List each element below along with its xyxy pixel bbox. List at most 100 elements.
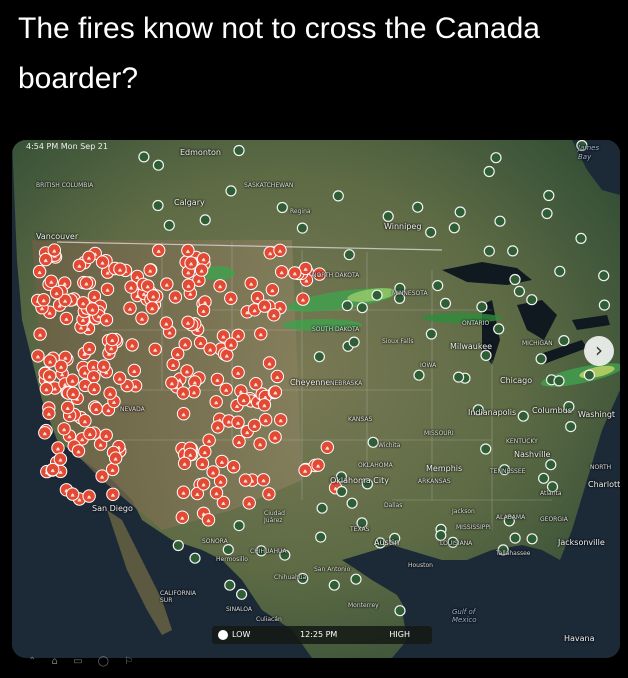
- weather-ring-icon: [224, 579, 236, 591]
- weather-ring-icon: [412, 201, 424, 213]
- weather-ring-icon: [435, 529, 447, 541]
- weather-ring-icon: [493, 323, 505, 335]
- bottom-nav: ⌃ ⌂ ▭ ◯ ⚐: [28, 656, 140, 667]
- label-cheyenne: Cheyenne: [290, 378, 331, 387]
- label-gulf-of-mexico: Gulf of Mexico: [452, 608, 477, 624]
- wildfire-map[interactable]: 4:54 PM Mon Sep 21 Edmonton BRITISH COLU…: [12, 140, 620, 658]
- weather-ring-icon: [509, 273, 521, 286]
- weather-ring-icon: [517, 410, 529, 422]
- label-arkansas: ARKANSAS: [418, 478, 451, 485]
- weather-ring-icon: [507, 245, 519, 257]
- weather-ring-icon: [526, 294, 538, 306]
- label-nebraska: NEBRASKA: [330, 380, 363, 387]
- label-james-bay: James Bay: [578, 144, 600, 161]
- label-milwaukee: Milwaukee: [450, 342, 493, 351]
- label-regina: Regina: [290, 208, 311, 215]
- label-edmonton: Edmonton: [180, 148, 221, 157]
- label-wichita: Wichita: [378, 442, 401, 449]
- weather-ring-icon: [494, 215, 506, 227]
- weather-ring-icon: [543, 189, 555, 202]
- weather-ring-icon: [382, 210, 394, 223]
- weather-ring-icon: [553, 375, 565, 387]
- label-missouri: MISSOURI: [424, 430, 454, 437]
- weather-ring-icon: [189, 552, 201, 564]
- label-ontario: ONTARIO: [462, 320, 490, 327]
- weather-ring-icon: [490, 152, 502, 164]
- label-oklahoma: OKLAHOMA: [358, 462, 393, 469]
- weather-ring-icon: [509, 532, 521, 544]
- label-indianapolis: Indianapolis: [468, 408, 517, 417]
- label-chihuahua-state: CHIHUAHUA: [250, 548, 287, 555]
- label-kentucky: KENTUCKY: [506, 438, 538, 445]
- label-georgia: GEORGIA: [540, 516, 568, 523]
- weather-ring-icon: [172, 539, 184, 552]
- label-tallahassee: Tallahassee: [496, 550, 531, 557]
- label-atlanta: Atlanta: [540, 490, 562, 497]
- label-memphis: Memphis: [426, 464, 463, 473]
- label-tennessee: TENNESSEE: [490, 468, 526, 475]
- weather-ring-icon: [575, 232, 587, 245]
- weather-ring-icon: [432, 280, 444, 292]
- weather-ring-icon: [313, 351, 325, 363]
- weather-ring-icon: [425, 226, 437, 238]
- legend-time: 12:25 PM: [300, 630, 338, 639]
- label-california-sur: CALIFORNIA SUR: [160, 590, 197, 604]
- weather-ring-icon: [356, 302, 368, 314]
- weather-ring-icon: [483, 245, 495, 257]
- radar-legend: LOW 12:25 PM HIGH: [212, 626, 432, 644]
- legend-high: HIGH: [389, 630, 410, 639]
- weather-ring-icon: [598, 299, 611, 311]
- label-north-dakota: NORTH DAKOTA: [312, 272, 360, 279]
- map-canvas[interactable]: [12, 140, 620, 658]
- label-british-columbia: BRITISH COLUMBIA: [36, 182, 94, 189]
- post-caption: The fires know not to cross the Canada b…: [18, 12, 540, 95]
- weather-ring-icon: [332, 190, 344, 202]
- label-michigan: MICHIGAN: [522, 340, 553, 347]
- weather-ring-icon: [222, 544, 234, 556]
- weather-ring-icon: [425, 328, 437, 340]
- weather-ring-icon: [341, 300, 353, 312]
- label-chihuahua: Chihuahua: [274, 574, 307, 581]
- weather-ring-icon: [346, 497, 358, 509]
- label-sinaloa: SINALOA: [226, 606, 253, 613]
- legend-dot-icon: [218, 630, 228, 640]
- label-mississippi: MISSISSIPPI: [456, 524, 491, 531]
- label-alabama: ALABAMA: [496, 514, 526, 521]
- weather-ring-icon: [448, 222, 460, 234]
- label-texas: TEXAS: [350, 526, 370, 533]
- label-north: NORTH: [590, 464, 612, 471]
- next-arrow-button[interactable]: ›: [584, 336, 614, 366]
- label-oklahoma-city: Oklahoma City: [330, 476, 389, 485]
- weather-ring-icon: [545, 459, 557, 471]
- weather-ring-icon: [336, 485, 348, 498]
- label-san-diego: San Diego: [92, 504, 133, 513]
- label-calgary: Calgary: [174, 198, 205, 207]
- weather-ring-icon: [583, 369, 596, 381]
- label-hermosillo: Hermosillo: [216, 556, 248, 563]
- label-havana: Havana: [564, 634, 595, 643]
- label-nashville: Nashville: [514, 450, 551, 459]
- weather-ring-icon: [454, 206, 466, 218]
- weather-ring-icon: [526, 533, 538, 545]
- weather-ring-icon: [152, 159, 164, 171]
- label-iowa: IOWA: [420, 362, 437, 369]
- weather-ring-icon: [371, 289, 383, 301]
- device-status-text: 4:54 PM Mon Sep 21: [26, 142, 108, 151]
- weather-ring-icon: [163, 219, 175, 231]
- label-austin: Austin: [374, 538, 400, 547]
- label-culiacan: Culiacán: [256, 616, 282, 623]
- weather-ring-icon: [453, 371, 465, 383]
- weather-ring-icon: [367, 436, 379, 448]
- weather-ring-icon: [152, 199, 164, 212]
- weather-ring-icon: [233, 144, 245, 157]
- label-houston: Houston: [408, 562, 433, 569]
- label-winnipeg: Winnipeg: [384, 222, 422, 231]
- weather-ring-icon: [276, 201, 288, 214]
- weather-ring-icon: [565, 421, 577, 433]
- weather-ring-icon: [476, 301, 488, 313]
- label-jackson: Jackson: [452, 508, 475, 515]
- label-vancouver: Vancouver: [36, 232, 79, 241]
- label-dallas: Dallas: [384, 502, 403, 509]
- label-washington: Washingt: [578, 410, 616, 419]
- label-kansas: KANSAS: [348, 416, 373, 423]
